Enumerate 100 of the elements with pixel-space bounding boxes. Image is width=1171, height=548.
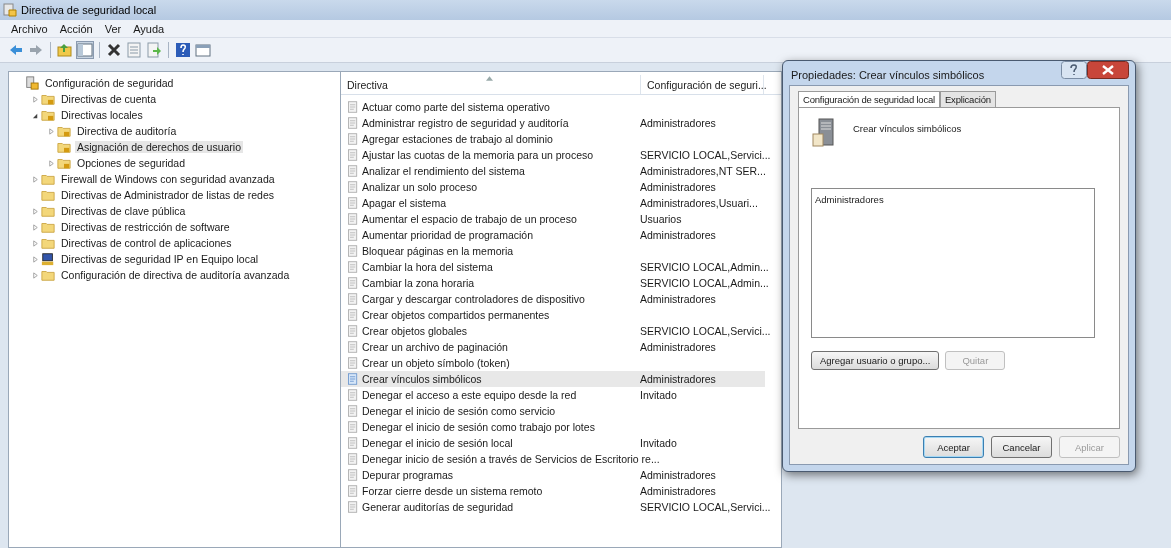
policy-setting: Administradores (640, 341, 716, 353)
policy-name: Denegar el inicio de sesión local (362, 437, 513, 449)
tree-item[interactable]: Directivas locales (59, 109, 145, 121)
table-row[interactable]: Cambiar la zona horaria SERVICIO LOCAL,Admin... (341, 275, 773, 291)
policy-icon (347, 133, 359, 145)
tree-item[interactable]: Directivas de cuenta (59, 93, 159, 105)
tree-item[interactable]: Directivas de Administrador de listas de redes (59, 189, 276, 201)
policy-name: Analizar un solo proceso (362, 181, 477, 193)
policy-setting: Administradores (640, 117, 716, 129)
policy-icon (347, 309, 359, 321)
policy-icon (347, 101, 359, 113)
policy-name: Forzar cierre desde un sistema remoto (362, 485, 543, 497)
policy-icon (347, 373, 359, 385)
policy-icon (347, 469, 359, 481)
policy-setting: Administradores (640, 293, 716, 305)
policy-name: Generar auditorías de seguridad (362, 501, 514, 513)
folder-up-icon[interactable] (57, 42, 73, 58)
table-row[interactable]: Crear un objeto símbolo (token) (341, 355, 765, 371)
table-row[interactable]: Generar auditorías de seguridad SERVICIO LOCAL,Servici... (341, 499, 775, 515)
table-row[interactable]: Crear objetos globales SERVICIO LOCAL,Servici... (341, 323, 775, 339)
table-row[interactable]: Ajustar las cuotas de la memoria para un proceso SERVICIO LOCAL,Servici... (341, 147, 775, 163)
dialog-button[interactable]: Cancelar (991, 436, 1052, 458)
policy-icon (347, 325, 359, 337)
dialog-button[interactable]: Agregar usuario o grupo... (811, 351, 940, 370)
policy-name: Ajustar las cuotas de la memoria para un proceso (362, 149, 594, 161)
column-header[interactable]: Configuración de seguri... (641, 75, 764, 94)
table-row[interactable]: Crear un archivo de paginación Administradores (341, 339, 765, 355)
table-row[interactable]: Denegar el acceso a este equipo desde la red Invitado (341, 387, 765, 403)
folder-lock-icon (57, 140, 71, 154)
table-row[interactable]: Denegar el inicio de sesión local Invitado (341, 435, 765, 451)
dialog-title: Propiedades: Crear vínculos simbólicos (791, 69, 985, 81)
tree-item[interactable]: Directivas de clave pública (59, 205, 188, 217)
menu-item[interactable]: Ver (99, 22, 127, 35)
back-arrow-icon[interactable] (8, 42, 24, 58)
tree-item[interactable]: Directivas de seguridad IP en Equipo local (59, 253, 261, 265)
table-row[interactable]: Denegar el inicio de sesión como servicio (341, 403, 765, 419)
table-row[interactable]: Depurar programas Administradores (341, 467, 765, 483)
table-row[interactable]: Agregar estaciones de trabajo al dominio (341, 131, 765, 147)
folder-icon (41, 188, 55, 202)
policy-icon (347, 501, 359, 513)
table-row[interactable]: Actuar como parte del sistema operativo (341, 99, 765, 115)
policy-icon (347, 357, 359, 369)
tree-item[interactable]: Configuración de directiva de auditoría avanzada (59, 269, 292, 281)
folder-icon (41, 268, 55, 282)
policy-icon (347, 117, 359, 129)
policy-title: Crear vínculos simbólicos (853, 123, 962, 134)
column-header[interactable]: Directiva (341, 75, 641, 94)
help-icon[interactable] (175, 42, 191, 58)
table-row[interactable]: Crear objetos compartidos permanentes (341, 307, 765, 323)
policy-name: Cambiar la hora del sistema (362, 261, 493, 273)
table-row[interactable]: Cargar y descargar controladores de dispositivo Administradores (341, 291, 765, 307)
menu-item[interactable]: Ayuda (128, 22, 170, 35)
policy-name: Agregar estaciones de trabajo al dominio (362, 133, 553, 145)
expand-arrow-icon[interactable] (47, 127, 55, 135)
tree-item[interactable]: Directiva de auditoría (75, 125, 179, 137)
policy-name: Actuar como parte del sistema operativo (362, 101, 550, 113)
tree-item[interactable]: Configuración de seguridad (43, 77, 176, 89)
tree-item[interactable]: Asignación de derechos de usuario (75, 141, 244, 153)
policy-icon (347, 389, 359, 401)
table-row[interactable]: Crear vínculos simbólicos Administradores (341, 371, 765, 387)
policy-setting: SERVICIO LOCAL,Admin... (640, 277, 769, 289)
tree-item[interactable]: Firewall de Windows con seguridad avanzada (59, 173, 277, 185)
menu-item[interactable]: Archivo (6, 22, 53, 35)
export-icon[interactable] (146, 42, 162, 58)
tree-item[interactable]: Directivas de restricción de software (59, 221, 232, 233)
policy-setting: SERVICIO LOCAL,Servici... (640, 325, 771, 337)
menu-item[interactable]: Acción (54, 22, 98, 35)
close-icon[interactable] (1087, 61, 1129, 79)
table-row[interactable]: Analizar un solo proceso Administradores (341, 179, 765, 195)
dialog-button[interactable]: Aceptar (923, 436, 984, 458)
tree-item[interactable]: Opciones de seguridad (75, 157, 187, 169)
table-row[interactable]: Forzar cierre desde un sistema remoto Administradores (341, 483, 765, 499)
policy-name: Bloquear páginas en la memoria (362, 245, 514, 257)
list-item[interactable]: Administradores (815, 194, 1091, 205)
tree-pane-icon[interactable] (77, 42, 93, 58)
table-row[interactable]: Analizar el rendimiento del sistema Administradores,NT SER... (341, 163, 770, 179)
help-button-icon[interactable] (1061, 61, 1087, 79)
expand-arrow-icon[interactable] (31, 95, 39, 103)
table-row[interactable]: Administrar registro de seguridad y auditoría Administradores (341, 115, 765, 131)
tree-item[interactable]: Directivas de control de aplicaciones (59, 237, 234, 249)
console-icon[interactable] (195, 42, 211, 58)
table-row[interactable]: Aumentar el espacio de trabajo de un proceso Usuarios (341, 211, 765, 227)
table-row[interactable]: Bloquear páginas en la memoria (341, 243, 765, 259)
forward-arrow-icon[interactable] (28, 42, 44, 58)
folder-icon (41, 220, 55, 234)
table-row[interactable]: Denegar inicio de sesión a través de Servicios de Escritorio re... (341, 451, 765, 467)
folder-lock-icon (41, 92, 55, 106)
table-row[interactable]: Denegar el inicio de sesión como trabajo por lotes (341, 419, 765, 435)
policy-name: Administrar registro de seguridad y auditoría (362, 117, 569, 129)
tab[interactable]: Configuración de seguridad local (798, 91, 940, 107)
table-row[interactable]: Apagar el sistema Administradores,Usuari... (341, 195, 765, 211)
policy-app-icon (3, 3, 17, 17)
policy-name: Apagar el sistema (362, 197, 447, 209)
table-row[interactable]: Cambiar la hora del sistema SERVICIO LOCAL,Admin... (341, 259, 773, 275)
tab[interactable]: Explicación (939, 91, 996, 107)
delete-icon[interactable] (106, 42, 122, 58)
table-row[interactable]: Aumentar prioridad de programación Administradores (341, 227, 765, 243)
policy-setting: Administradores (640, 469, 716, 481)
window-title: Directiva de seguridad local (21, 4, 157, 16)
policy-icon (347, 245, 359, 257)
